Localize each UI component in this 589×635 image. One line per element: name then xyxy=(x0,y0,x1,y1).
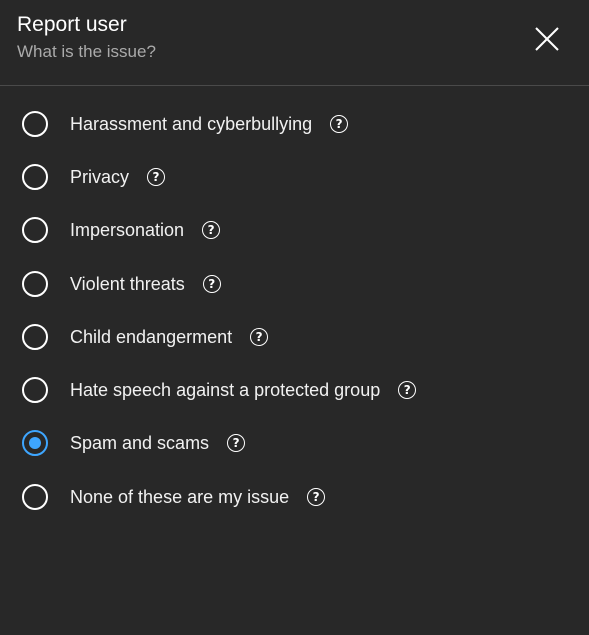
radio-button-selected[interactable] xyxy=(22,430,48,457)
option-label-group: None of these are my issue ? xyxy=(70,486,326,508)
option-label: None of these are my issue xyxy=(70,486,290,507)
option-label-group: Violent threats ? xyxy=(70,273,221,295)
radio-button[interactable] xyxy=(22,270,48,297)
option-label-group: Hate speech against a protected group ? xyxy=(70,379,417,401)
close-icon xyxy=(535,27,559,51)
issue-options: Harassment and cyberbullying ? Privacy ?… xyxy=(0,97,589,523)
dialog-title: Report user xyxy=(17,13,127,36)
help-icon[interactable]: ? xyxy=(147,167,166,186)
option-label-group: Child endangerment ? xyxy=(70,326,269,348)
option-label: Violent threats xyxy=(70,273,185,294)
option-label: Child endangerment xyxy=(70,326,233,347)
dialog-header: Report user What is the issue? xyxy=(0,0,589,86)
option-privacy[interactable]: Privacy ? xyxy=(0,150,589,203)
help-icon[interactable]: ? xyxy=(398,381,417,400)
radio-button[interactable] xyxy=(22,217,48,244)
option-impersonation[interactable]: Impersonation ? xyxy=(0,204,589,257)
option-violent-threats[interactable]: Violent threats ? xyxy=(0,257,589,310)
option-label-group: Spam and scams ? xyxy=(70,432,246,454)
option-none[interactable]: None of these are my issue ? xyxy=(0,470,589,523)
radio-button[interactable] xyxy=(22,323,48,350)
dialog-subtitle: What is the issue? xyxy=(17,42,156,61)
report-user-dialog: Report user What is the issue? Harassmen… xyxy=(0,0,589,635)
option-label-group: Harassment and cyberbullying ? xyxy=(70,113,349,135)
option-label: Privacy xyxy=(70,166,130,187)
radio-button[interactable] xyxy=(22,483,48,510)
option-label-group: Impersonation ? xyxy=(70,219,221,241)
help-icon[interactable]: ? xyxy=(307,487,326,506)
option-label: Impersonation xyxy=(70,220,185,241)
option-hate-speech[interactable]: Hate speech against a protected group ? xyxy=(0,363,589,416)
close-button[interactable] xyxy=(530,22,564,56)
option-label: Hate speech against a protected group xyxy=(70,380,381,401)
option-child-endangerment[interactable]: Child endangerment ? xyxy=(0,310,589,363)
option-spam-and-scams[interactable]: Spam and scams ? xyxy=(0,417,589,470)
help-icon[interactable]: ? xyxy=(202,274,221,293)
help-icon[interactable]: ? xyxy=(330,114,349,133)
help-icon[interactable]: ? xyxy=(250,327,269,346)
radio-button[interactable] xyxy=(22,377,48,404)
radio-button[interactable] xyxy=(22,110,48,137)
option-label: Harassment and cyberbullying xyxy=(70,113,313,134)
help-icon[interactable]: ? xyxy=(202,221,221,240)
help-icon[interactable]: ? xyxy=(227,434,246,453)
option-label: Spam and scams xyxy=(70,433,210,454)
option-label-group: Privacy ? xyxy=(70,166,166,188)
option-harassment[interactable]: Harassment and cyberbullying ? xyxy=(0,97,589,150)
radio-button[interactable] xyxy=(22,163,48,190)
